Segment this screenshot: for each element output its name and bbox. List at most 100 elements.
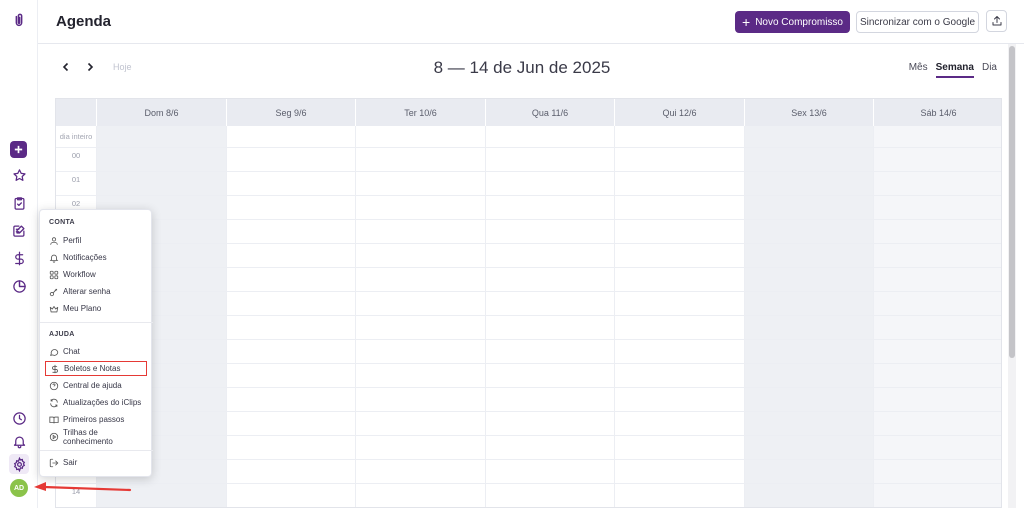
time-slot-cell[interactable] bbox=[873, 268, 1001, 292]
sync-google-button[interactable]: Sincronizar com o Google bbox=[856, 11, 979, 33]
export-button[interactable] bbox=[986, 10, 1007, 32]
time-slot-cell[interactable] bbox=[744, 172, 873, 196]
menu-item-invoices[interactable]: Boletos e Notas bbox=[45, 361, 147, 376]
previous-week-button[interactable] bbox=[60, 61, 72, 73]
time-slot-cell[interactable] bbox=[355, 364, 485, 388]
menu-item-change-password[interactable]: Alterar senha bbox=[45, 284, 147, 299]
time-slot-cell[interactable] bbox=[226, 460, 355, 484]
menu-item-profile[interactable]: Perfil bbox=[45, 233, 147, 248]
menu-item-notifications[interactable]: Notificações bbox=[45, 250, 147, 265]
tab-month[interactable]: Mês bbox=[909, 62, 928, 78]
clock-icon[interactable] bbox=[9, 408, 29, 428]
menu-item-logout[interactable]: Sair bbox=[45, 455, 147, 470]
time-slot-cell[interactable] bbox=[226, 364, 355, 388]
time-slot-cell[interactable] bbox=[873, 364, 1001, 388]
time-slot-cell[interactable] bbox=[614, 412, 744, 436]
time-slot-cell[interactable] bbox=[355, 196, 485, 220]
star-icon[interactable] bbox=[9, 165, 29, 185]
all-day-cell[interactable] bbox=[485, 126, 614, 148]
time-slot-cell[interactable] bbox=[226, 220, 355, 244]
time-slot-cell[interactable] bbox=[355, 460, 485, 484]
time-slot-cell[interactable] bbox=[744, 220, 873, 244]
all-day-cell[interactable] bbox=[614, 126, 744, 148]
time-slot-cell[interactable] bbox=[744, 316, 873, 340]
time-slot-cell[interactable] bbox=[744, 340, 873, 364]
time-slot-cell[interactable] bbox=[485, 388, 614, 412]
time-slot-cell[interactable] bbox=[355, 388, 485, 412]
time-slot-cell[interactable] bbox=[355, 292, 485, 316]
time-slot-cell[interactable] bbox=[744, 268, 873, 292]
menu-item-workflow[interactable]: Workflow bbox=[45, 267, 147, 282]
time-slot-cell[interactable] bbox=[873, 148, 1001, 172]
menu-item-knowledge-trails[interactable]: Trilhas de conhecimento bbox=[45, 428, 147, 446]
time-slot-cell[interactable] bbox=[873, 340, 1001, 364]
time-slot-cell[interactable] bbox=[744, 196, 873, 220]
time-slot-cell[interactable] bbox=[744, 244, 873, 268]
time-slot-cell[interactable] bbox=[744, 364, 873, 388]
menu-item-chat[interactable]: Chat bbox=[45, 344, 147, 359]
time-slot-cell[interactable] bbox=[614, 484, 744, 507]
time-slot-cell[interactable] bbox=[614, 244, 744, 268]
time-slot-cell[interactable] bbox=[485, 364, 614, 388]
time-slot-cell[interactable] bbox=[744, 292, 873, 316]
time-slot-cell[interactable] bbox=[485, 268, 614, 292]
time-slot-cell[interactable] bbox=[744, 388, 873, 412]
time-slot-cell[interactable] bbox=[873, 196, 1001, 220]
time-slot-cell[interactable] bbox=[873, 460, 1001, 484]
user-avatar[interactable]: AD bbox=[10, 479, 28, 497]
time-slot-cell[interactable] bbox=[96, 172, 226, 196]
menu-item-first-steps[interactable]: Primeiros passos bbox=[45, 412, 147, 427]
day-header[interactable]: Ter 10/6 bbox=[355, 99, 485, 126]
time-slot-cell[interactable] bbox=[355, 340, 485, 364]
time-slot-cell[interactable] bbox=[355, 148, 485, 172]
time-slot-cell[interactable] bbox=[744, 460, 873, 484]
time-slot-cell[interactable] bbox=[226, 292, 355, 316]
time-slot-cell[interactable] bbox=[355, 172, 485, 196]
time-slot-cell[interactable] bbox=[614, 388, 744, 412]
time-slot-cell[interactable] bbox=[226, 436, 355, 460]
time-slot-cell[interactable] bbox=[873, 172, 1001, 196]
add-plus-icon[interactable] bbox=[10, 141, 27, 158]
time-slot-cell[interactable] bbox=[226, 388, 355, 412]
all-day-cell[interactable] bbox=[873, 126, 1001, 148]
time-slot-cell[interactable] bbox=[226, 244, 355, 268]
all-day-cell[interactable] bbox=[96, 126, 226, 148]
time-slot-cell[interactable] bbox=[485, 148, 614, 172]
day-header[interactable]: Qua 11/6 bbox=[485, 99, 614, 126]
time-slot-cell[interactable] bbox=[873, 292, 1001, 316]
time-slot-cell[interactable] bbox=[614, 364, 744, 388]
time-slot-cell[interactable] bbox=[226, 412, 355, 436]
time-slot-cell[interactable] bbox=[485, 220, 614, 244]
time-slot-cell[interactable] bbox=[485, 436, 614, 460]
all-day-cell[interactable] bbox=[226, 126, 355, 148]
time-slot-cell[interactable] bbox=[485, 292, 614, 316]
time-slot-cell[interactable] bbox=[485, 460, 614, 484]
menu-item-my-plan[interactable]: Meu Plano bbox=[45, 301, 147, 316]
time-slot-cell[interactable] bbox=[226, 196, 355, 220]
time-slot-cell[interactable] bbox=[614, 220, 744, 244]
time-slot-cell[interactable] bbox=[744, 436, 873, 460]
time-slot-cell[interactable] bbox=[614, 148, 744, 172]
edit-note-icon[interactable] bbox=[9, 220, 29, 240]
all-day-cell[interactable] bbox=[355, 126, 485, 148]
time-slot-cell[interactable] bbox=[226, 340, 355, 364]
tab-day[interactable]: Dia bbox=[982, 62, 997, 78]
settings-gear-icon[interactable] bbox=[9, 454, 29, 474]
dollar-icon[interactable] bbox=[9, 248, 29, 268]
time-slot-cell[interactable] bbox=[614, 292, 744, 316]
time-slot-cell[interactable] bbox=[614, 436, 744, 460]
time-slot-cell[interactable] bbox=[355, 268, 485, 292]
time-slot-cell[interactable] bbox=[355, 316, 485, 340]
page-scrollbar-thumb[interactable] bbox=[1009, 46, 1015, 358]
paperclip-logo-icon[interactable] bbox=[9, 10, 29, 30]
time-slot-cell[interactable] bbox=[614, 196, 744, 220]
next-week-button[interactable] bbox=[84, 61, 96, 73]
time-slot-cell[interactable] bbox=[485, 316, 614, 340]
today-button[interactable]: Hoje bbox=[113, 62, 132, 72]
bell-icon[interactable] bbox=[9, 431, 29, 451]
time-slot-cell[interactable] bbox=[355, 436, 485, 460]
time-slot-cell[interactable] bbox=[873, 388, 1001, 412]
time-slot-cell[interactable] bbox=[355, 484, 485, 507]
day-header[interactable]: Qui 12/6 bbox=[614, 99, 744, 126]
time-slot-cell[interactable] bbox=[744, 148, 873, 172]
